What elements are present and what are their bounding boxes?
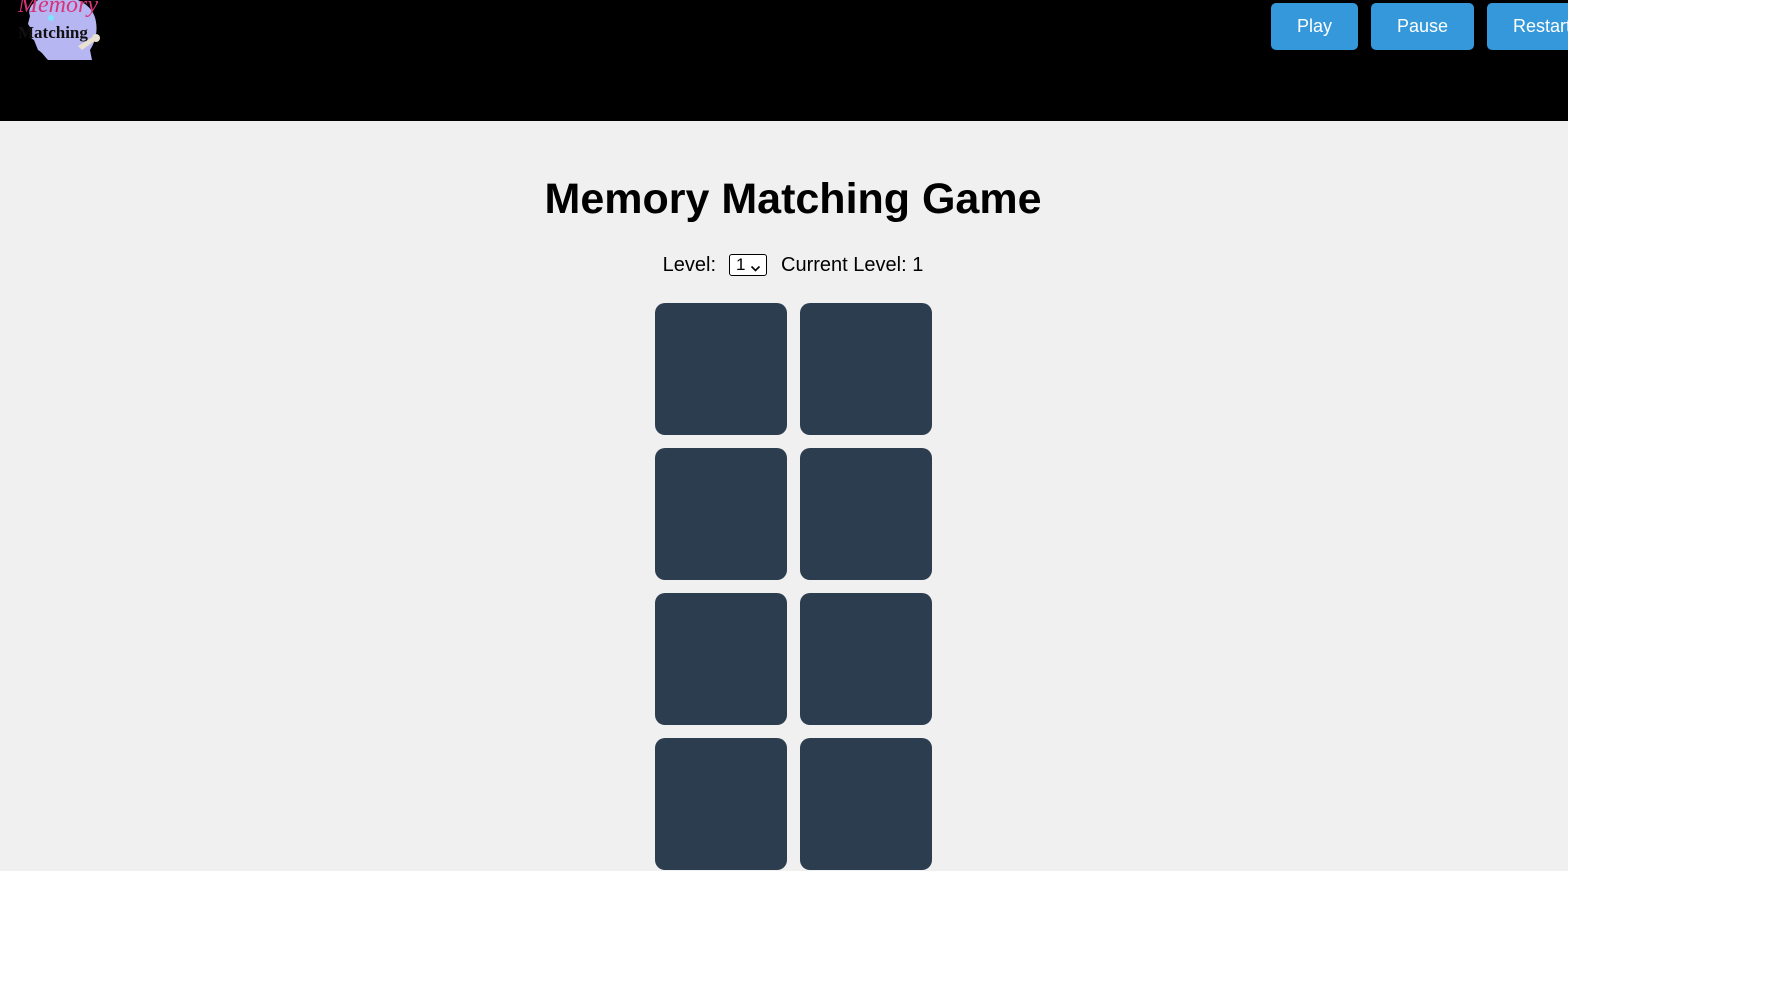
memory-card[interactable] [655, 738, 787, 870]
logo-image: Memory Matching [17, 0, 100, 60]
page-title: Memory Matching Game [544, 175, 1042, 223]
memory-card[interactable] [655, 303, 787, 435]
level-select[interactable]: 1 [729, 254, 768, 279]
page: Memory Matching Play Pause Restart Memor… [0, 0, 1568, 871]
pause-button[interactable]: Pause [1371, 3, 1474, 50]
card-grid [655, 303, 933, 870]
memory-card[interactable] [655, 448, 787, 580]
chevron-down-icon [750, 259, 761, 279]
play-button[interactable]: Play [1271, 3, 1358, 50]
header-bar: Memory Matching Play Pause Restart [0, 0, 1568, 121]
svg-text:Matching: Matching [18, 23, 88, 42]
memory-card[interactable] [800, 303, 932, 435]
level-label: Level: [662, 253, 717, 276]
level-select-value: 1 [736, 255, 746, 274]
restart-button[interactable]: Restart [1487, 3, 1568, 50]
memory-card[interactable] [655, 593, 787, 725]
memory-card[interactable] [800, 448, 932, 580]
current-level-text: Current Level: 1 [781, 253, 924, 276]
svg-text:Memory: Memory [17, 0, 98, 18]
logo[interactable]: Memory Matching [8, 0, 108, 64]
level-controls: Level: 1 Current Level: 1 [0, 251, 1568, 279]
memory-card[interactable] [800, 738, 932, 870]
memory-card[interactable] [800, 593, 932, 725]
